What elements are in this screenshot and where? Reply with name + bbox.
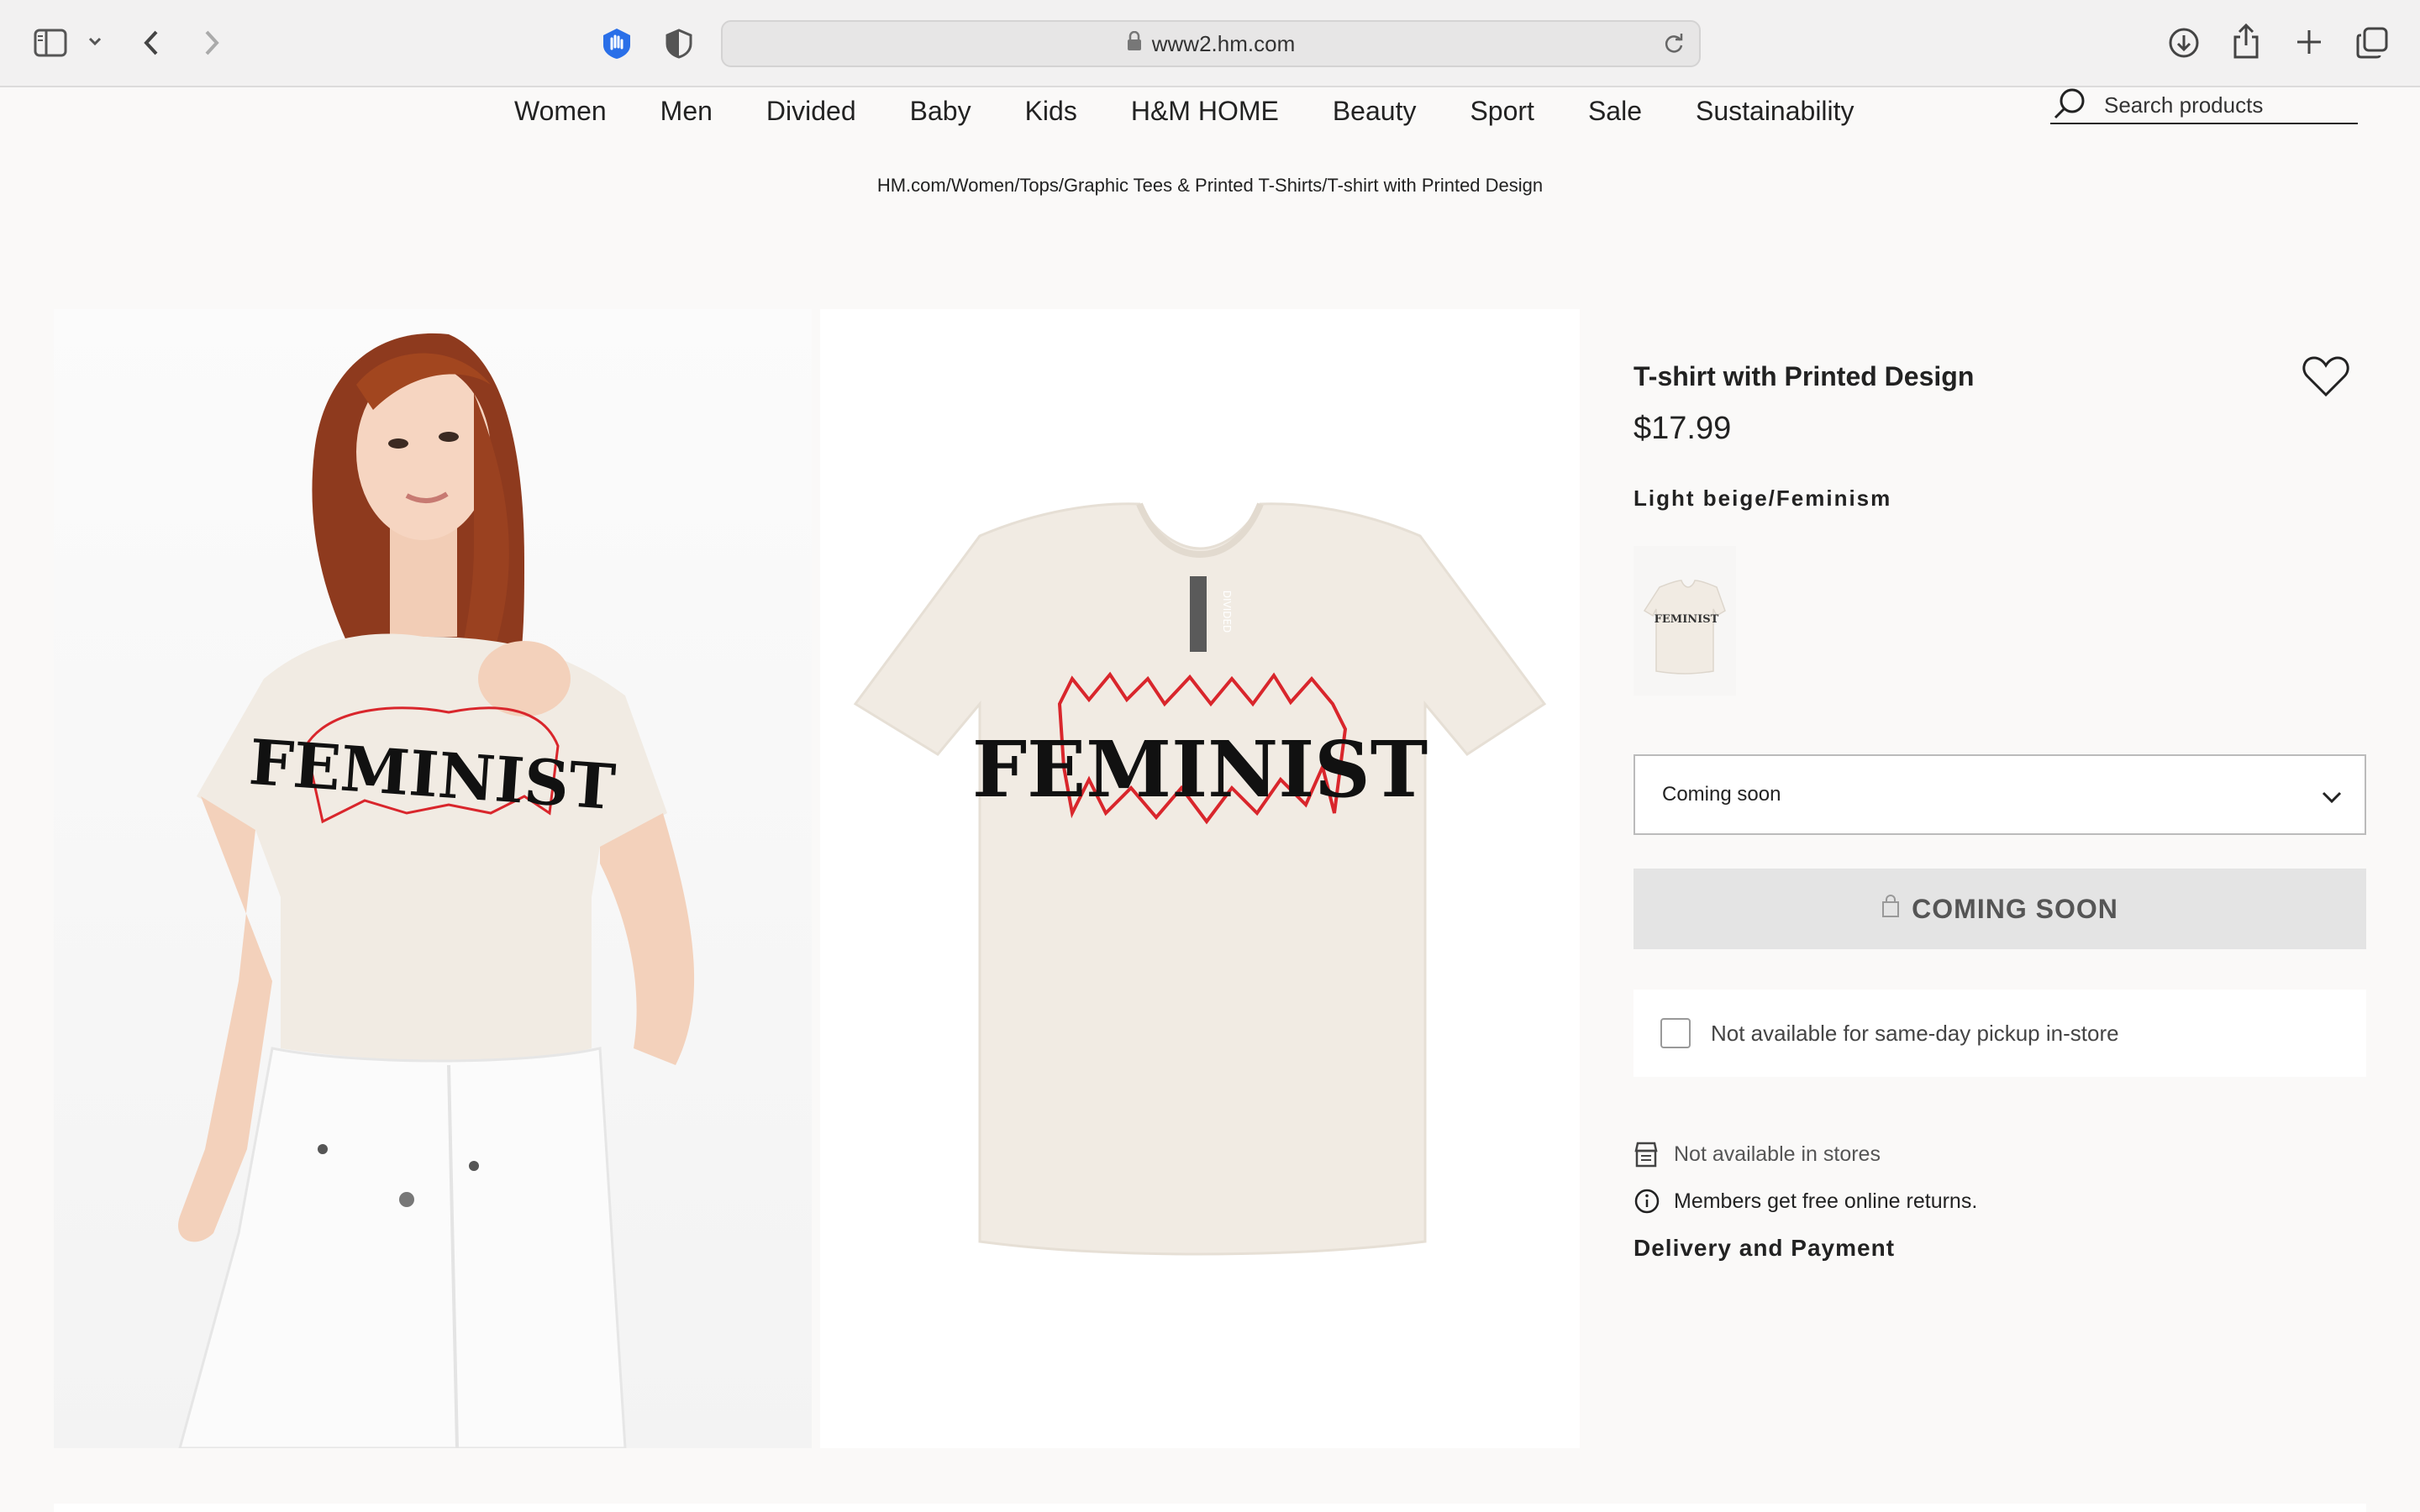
model-photo[interactable]: FEMINIST (54, 309, 812, 1448)
returns-label: Members get free online returns. (1674, 1189, 1978, 1213)
size-select[interactable]: Coming soon (1634, 754, 2366, 835)
nav-sport[interactable]: Sport (1470, 87, 1534, 138)
delivery-payment-link[interactable]: Delivery and Payment (1634, 1235, 1895, 1262)
product-title: T-shirt with Printed Design (1634, 361, 1975, 391)
reload-icon[interactable] (1662, 32, 1686, 61)
nav-beauty[interactable]: Beauty (1333, 87, 1417, 138)
swatch-print: FEMINIST (1655, 613, 1719, 626)
share-icon[interactable] (2232, 24, 2260, 59)
nav-sale[interactable]: Sale (1588, 87, 1642, 138)
info-icon (1634, 1188, 1662, 1215)
search-icon (2052, 86, 2087, 125)
back-icon[interactable] (141, 29, 161, 57)
chevron-down-icon (2321, 786, 2343, 810)
nav-baby[interactable]: Baby (910, 87, 971, 138)
forward-icon[interactable] (202, 29, 222, 57)
shield-icon[interactable] (666, 29, 692, 59)
download-icon[interactable] (2168, 27, 2200, 59)
pickup-label: Not available for same-day pickup in-sto… (1711, 1020, 2119, 1046)
lock-icon (1127, 30, 1142, 57)
nav-hm-home[interactable]: H&M HOME (1131, 87, 1279, 138)
coming-soon-button[interactable]: COMING SOON (1634, 869, 2366, 949)
nav-links: Women Men Divided Baby Kids H&M HOME Bea… (514, 87, 1908, 138)
url-text: www2.hm.com (1151, 30, 1296, 56)
privacy-hand-icon[interactable] (600, 27, 634, 60)
product-photo[interactable]: DIVIDED FEMINIST (820, 309, 1580, 1448)
browser-toolbar: www2.hm.com (0, 0, 2420, 87)
sidebar-icon[interactable] (34, 29, 67, 57)
coming-soon-label: COMING SOON (1912, 893, 2118, 924)
stores-availability[interactable]: Not available in stores (1634, 1141, 1881, 1168)
product-color: Light beige/Feminism (1634, 486, 1892, 511)
nav-sustainability[interactable]: Sustainability (1696, 87, 1854, 138)
product-shirt-print: FEMINIST (972, 724, 1428, 815)
search-input[interactable]: Search products (2050, 87, 2358, 124)
nav-men[interactable]: Men (660, 87, 713, 138)
site-nav: Women Men Divided Baby Kids H&M HOME Bea… (0, 87, 2420, 163)
chevron-down-icon[interactable] (87, 35, 103, 47)
pickup-option[interactable]: Not available for same-day pickup in-sto… (1634, 990, 2366, 1077)
color-swatch[interactable]: FEMINIST (1634, 546, 1736, 696)
breadcrumb[interactable]: HM.com/Women/Tops/Graphic Tees & Printed… (0, 175, 2420, 197)
size-select-value: Coming soon (1662, 783, 1781, 806)
new-tab-icon[interactable] (2294, 27, 2324, 57)
brand-label: DIVIDED (1221, 591, 1233, 633)
section-divider (54, 1504, 2366, 1512)
nav-kids[interactable]: Kids (1025, 87, 1077, 138)
search-placeholder: Search products (2104, 92, 2264, 118)
stores-label: Not available in stores (1674, 1142, 1881, 1166)
nav-women[interactable]: Women (514, 87, 607, 138)
nav-divided[interactable]: Divided (766, 87, 856, 138)
shopping-bag-icon (1881, 894, 1900, 925)
tabs-overview-icon[interactable] (2356, 27, 2388, 59)
favorite-heart-icon[interactable] (2302, 354, 2349, 402)
pickup-checkbox[interactable] (1660, 1018, 1691, 1048)
product-price: $17.99 (1634, 411, 1732, 446)
address-bar[interactable]: www2.hm.com (721, 20, 1701, 67)
product-info: T-shirt with Printed Design $17.99 Light… (1634, 361, 2366, 512)
returns-info: Members get free online returns. (1634, 1188, 1977, 1215)
store-icon (1634, 1141, 1662, 1168)
